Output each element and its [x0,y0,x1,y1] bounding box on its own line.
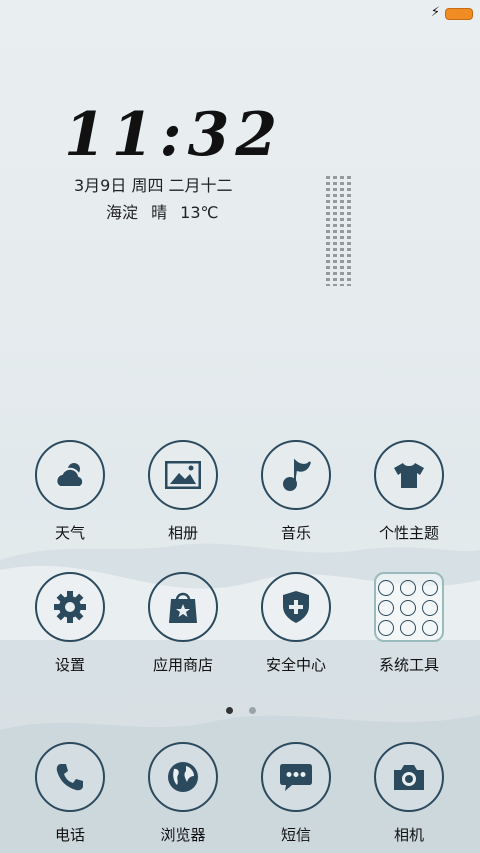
gear-icon [54,591,86,623]
shield-icon [283,591,309,623]
app-label: 应用商店 [152,656,213,674]
dock-phone[interactable]: 电话 [22,742,118,845]
charging-bolt-icon: ⚡ [430,5,440,20]
tshirt-icon [394,463,424,488]
app-music[interactable]: 音乐 [248,440,344,543]
dock-browser[interactable]: 浏览器 [135,742,231,845]
page-dot[interactable] [249,707,257,714]
page-indicator [226,699,267,718]
folder-mini-app-icon [422,600,438,616]
app-label: 系统工具 [378,656,439,674]
folder-mini-app-icon [378,600,394,616]
app-weather[interactable]: 天气 [22,440,118,543]
folder-mini-app-icon [400,580,416,596]
dock-messages[interactable]: 短信 [248,742,344,845]
app-label: 电话 [54,826,85,844]
shopping-bag-icon [169,592,197,623]
page-dot-active[interactable] [226,707,233,714]
app-security[interactable]: 安全中心 [248,572,344,675]
lockscreen-weather: 海淀 晴 13℃ [106,203,219,222]
status-bar: ⚡ [0,0,480,26]
music-icon [283,458,311,491]
folder-mini-app-icon [378,620,394,636]
folder-mini-app-icon [378,580,394,596]
folder-mini-app-icon [400,620,416,636]
app-label: 相册 [167,524,198,542]
lockscreen-date: 3月9日 周四 二月十二 [74,176,233,195]
calligraphy-poem-decoration [325,176,351,286]
folder-mini-app-icon [422,580,438,596]
camera-icon [394,765,424,790]
gallery-icon [165,461,201,489]
app-label: 设置 [54,656,85,674]
app-settings[interactable]: 设置 [22,572,118,675]
app-label: 短信 [280,826,311,844]
app-gallery[interactable]: 相册 [135,440,231,543]
weather-icon [55,463,85,488]
chat-bubble-icon [280,764,312,791]
lockscreen-clock: 11:32 [64,100,284,170]
app-label: 音乐 [280,524,311,542]
tools-folder-icon [374,572,444,642]
folder-mini-app-icon [400,600,416,616]
app-label: 安全中心 [265,656,326,674]
app-store[interactable]: 应用商店 [135,572,231,675]
app-label: 个性主题 [378,524,439,542]
battery-icon [445,8,473,20]
dock-camera[interactable]: 相机 [361,742,457,845]
app-theme[interactable]: 个性主题 [361,440,457,543]
globe-icon [168,762,198,792]
folder-system-tools[interactable]: 系统工具 [361,572,457,675]
app-label: 天气 [54,524,85,542]
app-label: 浏览器 [160,826,206,844]
app-label: 相机 [393,826,424,844]
phone-icon [56,764,83,791]
folder-mini-app-icon [422,620,438,636]
